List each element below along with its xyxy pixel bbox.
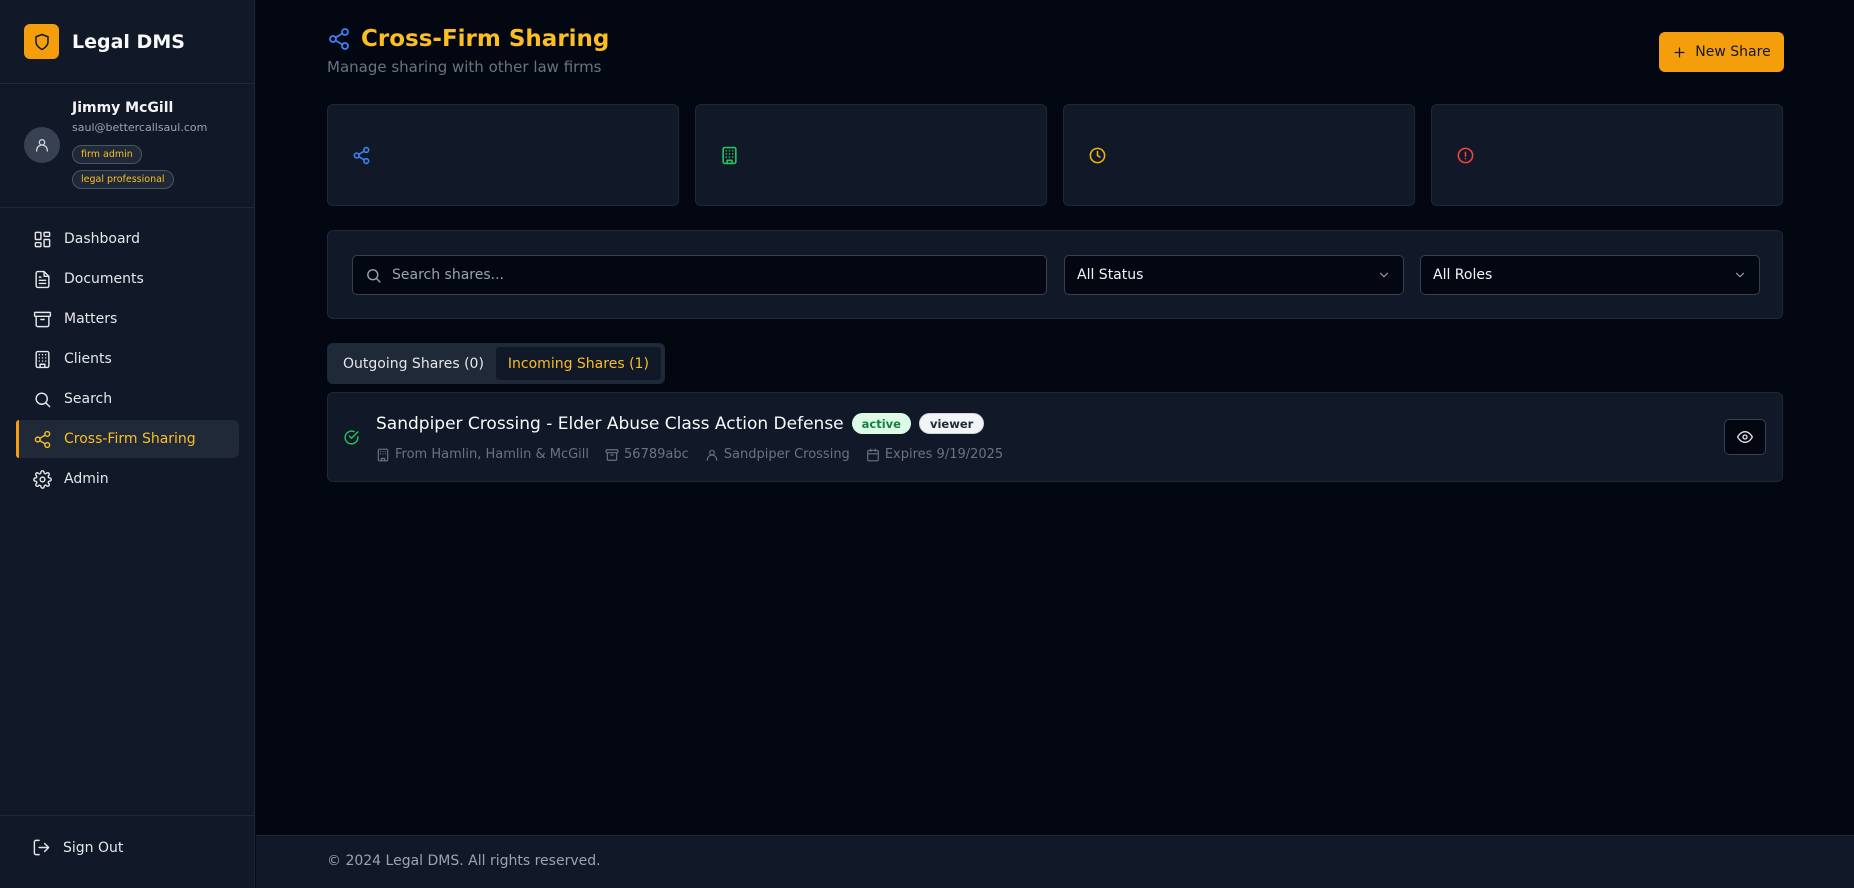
share-icon	[352, 146, 371, 165]
sidebar-item-label: Matters	[64, 311, 118, 327]
main-content: Cross-Firm Sharing Manage sharing with o…	[256, 0, 1854, 835]
new-share-button[interactable]: New Share	[1659, 32, 1784, 72]
roles-filter-value: All Roles	[1433, 267, 1493, 283]
sidebar-item-label: Admin	[64, 471, 109, 487]
share-matter: 56789abc	[605, 447, 689, 462]
share-from: From Hamlin, Hamlin & McGill	[376, 447, 589, 462]
gear-icon	[32, 469, 52, 489]
alert-circle-icon	[1456, 146, 1475, 165]
user-name: Jimmy McGill	[72, 100, 174, 116]
sign-out-label: Sign Out	[63, 839, 124, 856]
filter-panel: Search shares... All Status All Roles	[327, 230, 1783, 319]
sidebar-footer: Sign Out	[0, 815, 255, 888]
sidebar-item-clients[interactable]: Clients	[16, 340, 239, 378]
page-footer: © 2024 Legal DMS. All rights reserved.	[256, 835, 1854, 888]
share-client-text: Sandpiper Crossing	[723, 447, 850, 462]
document-icon	[32, 269, 52, 289]
sidebar-item-documents[interactable]: Documents	[16, 260, 239, 298]
share-meta: From Hamlin, Hamlin & McGill 56789abc Sa…	[376, 447, 1019, 462]
plus-icon	[1672, 45, 1687, 60]
roles-filter-select[interactable]: All Roles	[1420, 255, 1760, 295]
building-icon	[720, 146, 739, 165]
archive-icon	[32, 309, 52, 329]
page-header: Cross-Firm Sharing	[327, 26, 609, 52]
share-icon	[327, 27, 351, 51]
search-placeholder: Search shares...	[392, 267, 504, 283]
share-list-item[interactable]: Sandpiper Crossing - Elder Abuse Class A…	[327, 392, 1783, 482]
share-tabs: Outgoing Shares (0) Incoming Shares (1)	[327, 343, 665, 384]
sidebar-item-label: Documents	[64, 271, 144, 287]
role-badge: viewer	[918, 413, 985, 434]
sidebar-item-cross-firm-sharing[interactable]: Cross-Firm Sharing	[16, 420, 239, 458]
sidebar-item-label: Search	[64, 391, 113, 407]
sidebar-nav: Dashboard Documents Matters Clients Sear…	[16, 220, 239, 500]
tab-incoming-shares[interactable]: Incoming Shares (1)	[495, 347, 661, 380]
stat-card-firms	[695, 104, 1047, 206]
share-client: Sandpiper Crossing	[705, 447, 850, 462]
sidebar: Legal DMS Jimmy McGill saul@bettercallsa…	[0, 0, 255, 888]
search-icon	[365, 267, 382, 284]
sign-out-button[interactable]: Sign Out	[32, 838, 123, 857]
page-title: Cross-Firm Sharing	[361, 26, 610, 52]
logout-icon	[32, 838, 51, 857]
share-from-text: From Hamlin, Hamlin & McGill	[395, 447, 590, 462]
sidebar-item-label: Cross-Firm Sharing	[64, 431, 196, 447]
clock-icon	[1088, 146, 1107, 165]
user-profile: Jimmy McGill saul@bettercallsaul.com fir…	[0, 84, 254, 208]
sidebar-item-dashboard[interactable]: Dashboard	[16, 220, 239, 258]
status-filter-value: All Status	[1077, 267, 1144, 283]
sidebar-item-matters[interactable]: Matters	[16, 300, 239, 338]
stat-card-alerts	[1431, 104, 1783, 206]
new-share-label: New Share	[1695, 44, 1771, 60]
chevron-down-icon	[1377, 268, 1391, 282]
sidebar-item-search[interactable]: Search	[16, 380, 239, 418]
status-badge: active	[851, 413, 911, 434]
view-share-button[interactable]	[1724, 419, 1766, 455]
building-icon	[376, 448, 390, 462]
copyright-text: © 2024 Legal DMS. All rights reserved.	[327, 853, 601, 869]
tab-outgoing-shares[interactable]: Outgoing Shares (0)	[331, 347, 496, 380]
shield-icon	[24, 24, 59, 59]
share-expires: Expires 9/19/2025	[866, 447, 1003, 462]
brand[interactable]: Legal DMS	[0, 0, 254, 84]
share-title: Sandpiper Crossing - Elder Abuse Class A…	[376, 413, 844, 434]
sidebar-item-admin[interactable]: Admin	[16, 460, 239, 498]
search-input[interactable]: Search shares...	[352, 255, 1047, 295]
calendar-icon	[866, 448, 880, 462]
brand-name: Legal DMS	[72, 30, 185, 53]
role-badge-legal-professional: legal professional	[72, 170, 174, 189]
user-icon	[36, 139, 48, 152]
share-matter-text: 56789abc	[624, 447, 689, 462]
role-badge-firm-admin: firm admin	[72, 145, 142, 164]
stat-card-pending	[1063, 104, 1415, 206]
avatar	[24, 127, 60, 163]
sidebar-item-label: Dashboard	[64, 231, 140, 247]
share-title-row: Sandpiper Crossing - Elder Abuse Class A…	[376, 413, 985, 434]
share-expires-text: Expires 9/19/2025	[884, 447, 1004, 462]
chevron-down-icon	[1733, 268, 1747, 282]
user-email: saul@bettercallsaul.com	[72, 121, 208, 134]
sidebar-item-label: Clients	[64, 351, 112, 367]
share-icon	[32, 429, 52, 449]
user-icon	[705, 448, 719, 462]
search-icon	[32, 389, 52, 409]
status-filter-select[interactable]: All Status	[1064, 255, 1404, 295]
archive-icon	[605, 448, 619, 462]
building-icon	[32, 349, 52, 369]
eye-icon	[1737, 429, 1753, 445]
dashboard-icon	[32, 229, 52, 249]
stat-card-total-shares	[327, 104, 679, 206]
check-circle-icon	[343, 429, 360, 446]
page-subtitle: Manage sharing with other law firms	[327, 58, 602, 76]
